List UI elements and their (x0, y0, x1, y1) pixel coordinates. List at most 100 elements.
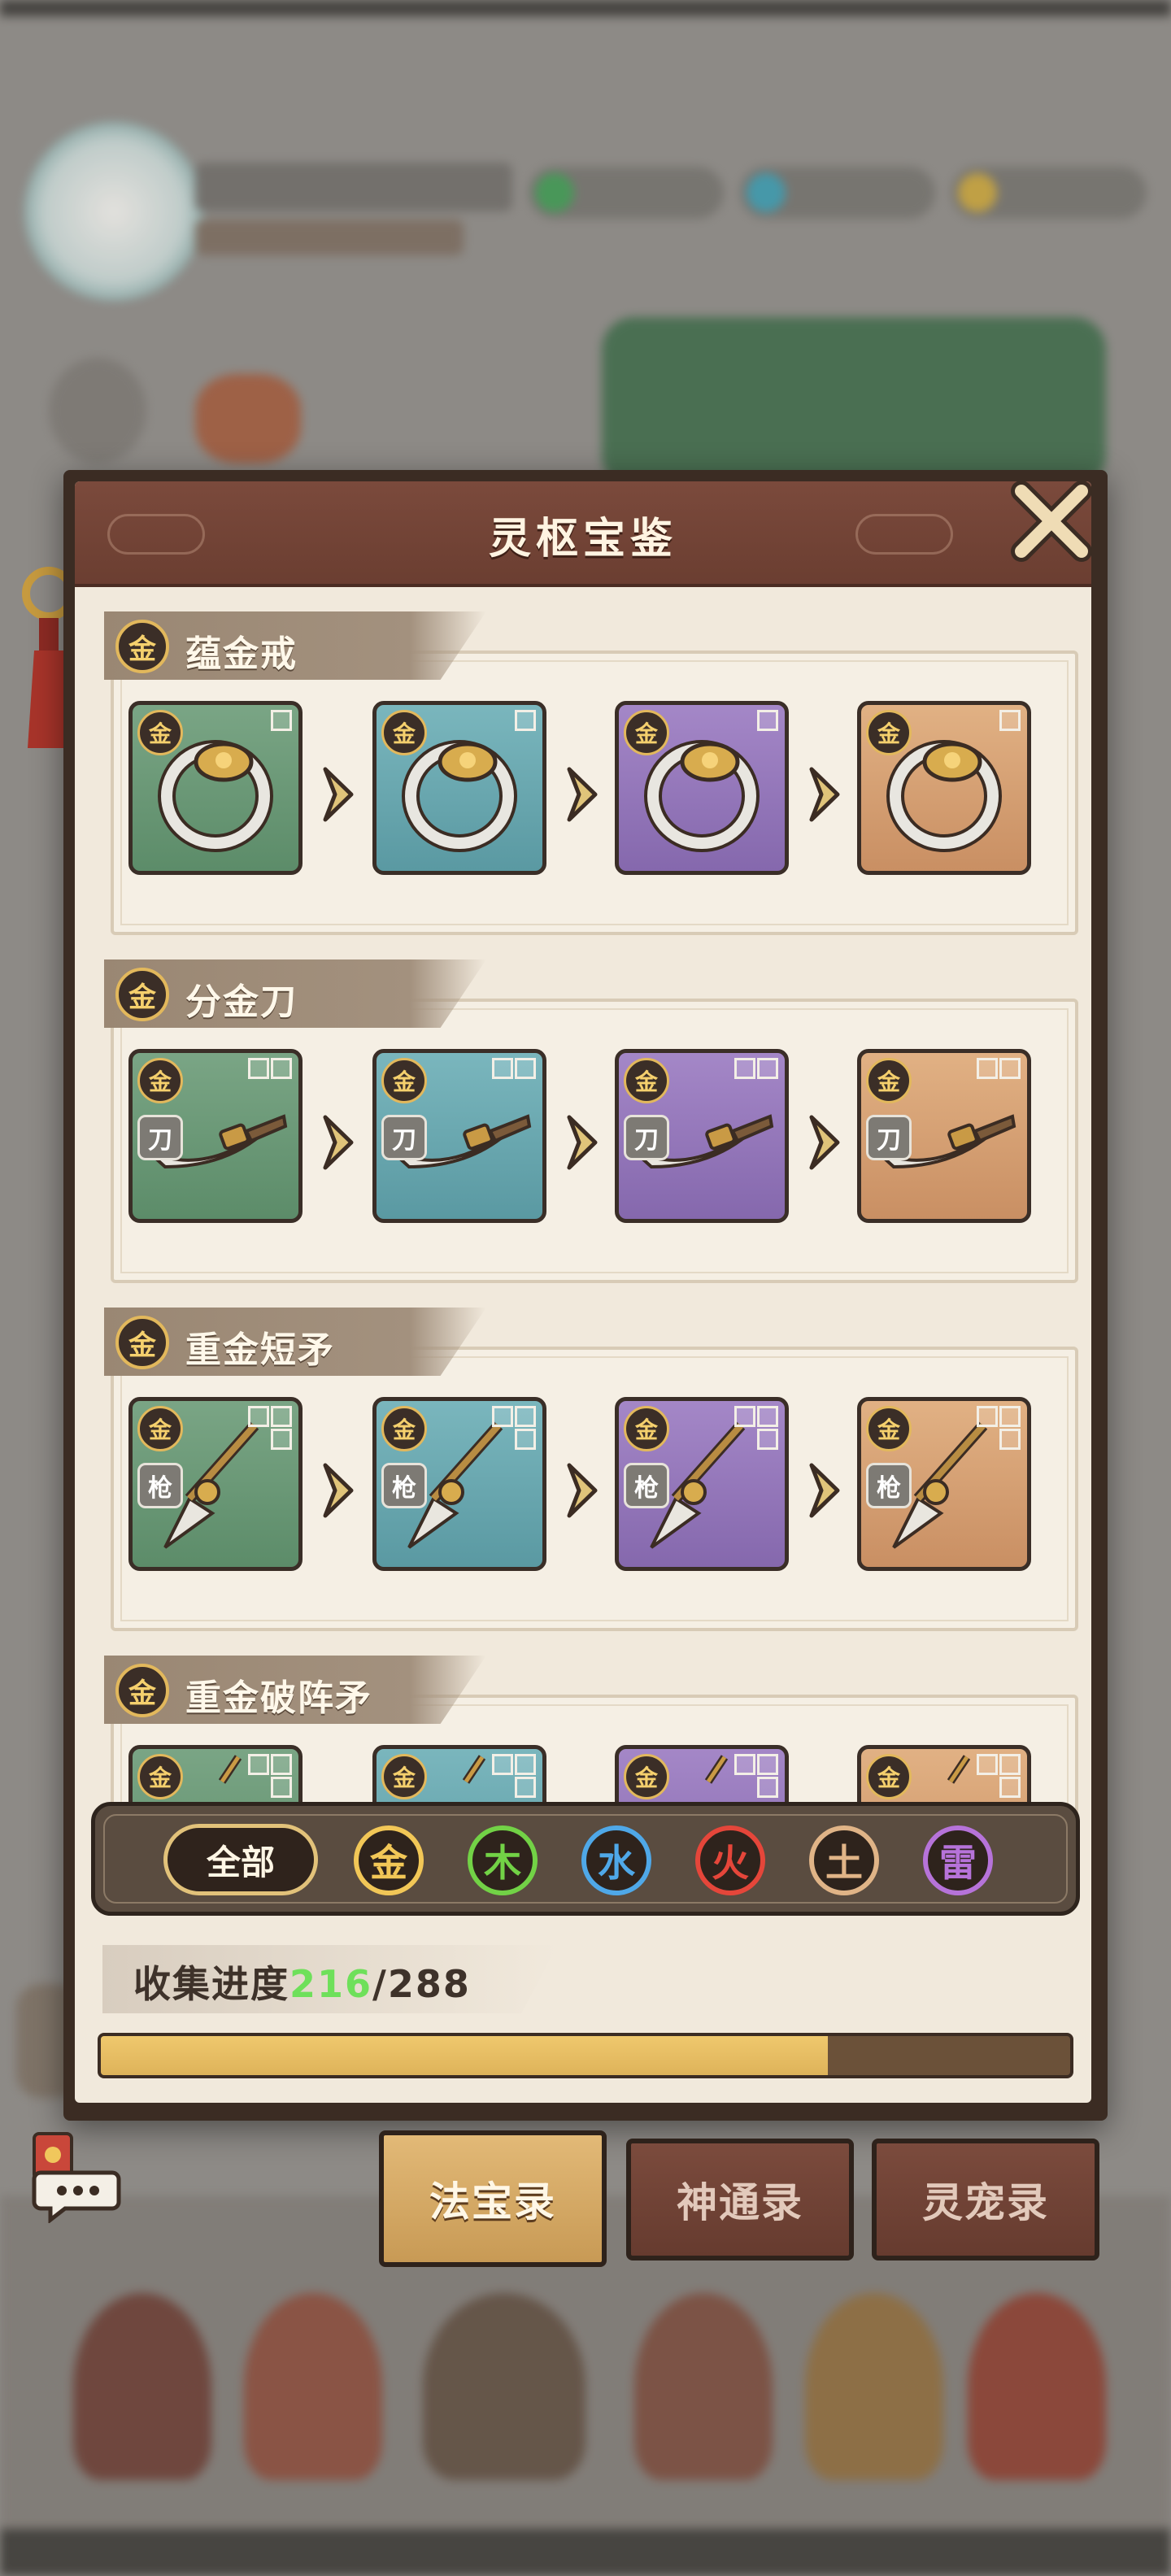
treasure-item-orange[interactable]: 金 (857, 1745, 1031, 1864)
slot-indicator (243, 1058, 292, 1081)
category-name: 分金刀 (185, 981, 298, 1023)
slot-indicator (972, 1058, 1021, 1081)
treasure-category: 金分金刀金刀金刀金刀金刀 (104, 959, 1080, 1285)
category-element-badge: 金 (115, 968, 169, 1021)
slot-box (999, 1058, 1021, 1079)
slot-box (757, 1406, 778, 1427)
chevron-right-icon (809, 767, 840, 822)
item-element-badge: 金 (624, 710, 669, 755)
treasure-item-orange[interactable]: 金枪 (857, 1397, 1031, 1571)
item-element-badge: 金 (624, 1406, 669, 1451)
slot-indicator (243, 1754, 292, 1799)
slot-box (271, 1429, 292, 1450)
treasure-item-purple[interactable]: 金 (615, 1745, 789, 1864)
treasure-category: 金重金短矛金枪金枪金枪金枪 (104, 1308, 1080, 1633)
treasure-item-green[interactable]: 金刀 (128, 1049, 303, 1223)
treasure-item-green[interactable]: 金 (128, 1745, 303, 1864)
panel-title: 灵枢宝鉴 (488, 515, 677, 564)
treasure-item-green[interactable]: 金 (128, 701, 303, 875)
treasure-item-orange[interactable]: 金 (857, 701, 1031, 875)
slot-box (734, 1058, 755, 1079)
item-element-badge: 金 (866, 710, 912, 755)
treasure-item-orange[interactable]: 金刀 (857, 1049, 1031, 1223)
category-name: 重金短矛 (185, 1329, 335, 1371)
weapon-type-tag: 枪 (624, 1463, 669, 1508)
item-element-badge: 金 (381, 710, 427, 755)
weapon-type-tag: 刀 (137, 1115, 183, 1160)
progress-separator: / (372, 1962, 388, 2006)
slot-indicator (243, 1406, 292, 1451)
slot-box (757, 710, 778, 731)
treasure-item-purple[interactable]: 金枪 (615, 1397, 789, 1571)
player-avatar (24, 122, 203, 301)
slot-box (757, 1058, 778, 1079)
slot-indicator (243, 710, 292, 733)
item-element-badge: 金 (866, 1058, 912, 1103)
item-element-badge: 金 (624, 1058, 669, 1103)
slot-box (515, 1406, 536, 1427)
close-icon[interactable] (1007, 478, 1096, 568)
slot-box (271, 1777, 292, 1798)
chevron-right-icon (323, 1463, 354, 1518)
item-element-badge: 金 (624, 1754, 669, 1799)
treasure-item-blue[interactable]: 金 (372, 701, 546, 875)
slot-box (999, 1754, 1021, 1775)
slot-box (734, 1406, 755, 1427)
item-element-badge: 金 (381, 1406, 427, 1451)
progress-label-text: 收集进度 (133, 1962, 289, 2006)
weapon-type-tag: 枪 (137, 1463, 183, 1508)
item-element-badge: 金 (381, 1058, 427, 1103)
treasure-list[interactable]: 金蕴金戒金金金金金分金刀金刀金刀金刀金刀金重金短矛金枪金枪金枪金枪金重金破阵矛金… (104, 611, 1080, 1864)
slot-box (515, 1754, 536, 1775)
slot-box (248, 1754, 269, 1775)
slot-indicator (487, 1754, 536, 1799)
slot-indicator (972, 1406, 1021, 1451)
category-name: 蕴金戒 (185, 633, 298, 675)
slot-box (999, 1406, 1021, 1427)
slot-indicator (972, 1754, 1021, 1799)
weapon-type-tag: 刀 (866, 1115, 912, 1160)
collection-progress-bar (98, 2033, 1073, 2078)
treasure-item-purple[interactable]: 金 (615, 701, 789, 875)
slot-box (248, 1406, 269, 1427)
slot-box (999, 1429, 1021, 1450)
treasure-item-purple[interactable]: 金刀 (615, 1049, 789, 1223)
weapon-type-tag: 刀 (381, 1115, 427, 1160)
treasure-item-green[interactable]: 金枪 (128, 1397, 303, 1571)
treasure-item-blue[interactable]: 金 (372, 1745, 546, 1864)
chevron-right-icon (567, 767, 598, 822)
weapon-type-tag: 枪 (866, 1463, 912, 1508)
category-element-badge: 金 (115, 620, 169, 673)
slot-box (977, 1058, 998, 1079)
category-element-badge: 金 (115, 1316, 169, 1369)
treasure-item-blue[interactable]: 金枪 (372, 1397, 546, 1571)
slot-box (757, 1429, 778, 1450)
treasure-item-blue[interactable]: 金刀 (372, 1049, 546, 1223)
slot-box (492, 1406, 513, 1427)
slot-indicator (729, 1406, 778, 1451)
item-element-badge: 金 (381, 1754, 427, 1799)
chevron-right-icon (809, 1463, 840, 1518)
item-element-badge: 金 (137, 1058, 183, 1103)
slot-box (734, 1754, 755, 1775)
slot-indicator (487, 710, 536, 733)
treasure-category: 金蕴金戒金金金金 (104, 611, 1080, 937)
slot-indicator (729, 1058, 778, 1081)
slot-box (515, 1777, 536, 1798)
chevron-right-icon (323, 1115, 354, 1170)
tab-divine-power-record[interactable]: 神通录 (626, 2139, 854, 2261)
tab-spirit-pet-record[interactable]: 灵宠录 (872, 2139, 1099, 2261)
chat-bubble-icon[interactable] (24, 2126, 122, 2223)
chevron-right-icon (323, 767, 354, 822)
item-element-badge: 金 (137, 1406, 183, 1451)
chevron-right-icon (809, 1115, 840, 1170)
slot-box (515, 1429, 536, 1450)
chevron-right-icon (567, 1115, 598, 1170)
slot-box (271, 1406, 292, 1427)
tab-treasure-record[interactable]: 法宝录 (379, 2130, 607, 2267)
slot-box (757, 1754, 778, 1775)
slot-indicator (729, 710, 778, 733)
slot-box (999, 1777, 1021, 1798)
slot-box (515, 1058, 536, 1079)
slot-indicator (487, 1058, 536, 1081)
